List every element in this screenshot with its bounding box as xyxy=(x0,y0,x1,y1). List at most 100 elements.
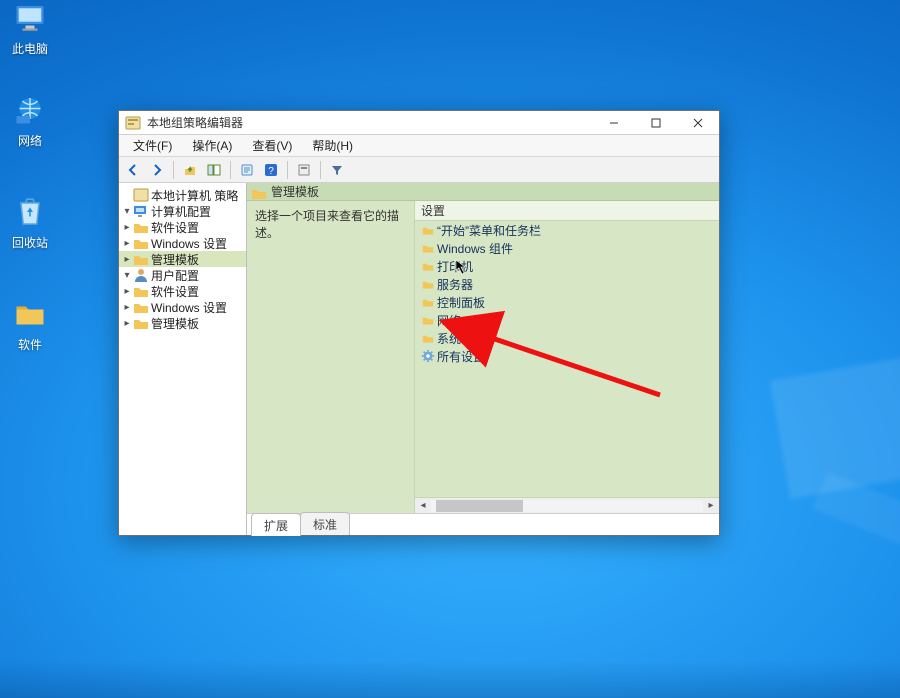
computer-icon xyxy=(10,0,50,36)
list-item-label: 服务器 xyxy=(437,276,719,293)
chevron-right-icon: ▸ xyxy=(121,238,133,249)
list-item-printers[interactable]: 打印机 xyxy=(415,257,719,275)
tree-label: 本地计算机 策略 xyxy=(151,187,246,204)
tree-node-root[interactable]: 本地计算机 策略 xyxy=(119,187,246,203)
menu-help[interactable]: 帮助(H) xyxy=(302,135,363,156)
desktop-icon-network[interactable]: 网络 xyxy=(0,92,60,149)
toolbar: ? xyxy=(119,157,719,183)
menu-file[interactable]: 文件(F) xyxy=(123,135,182,156)
titlebar[interactable]: 本地组策略编辑器 xyxy=(119,111,719,135)
tree-node-computer-config[interactable]: ▾ 计算机配置 xyxy=(119,203,246,219)
list-item-control-panel[interactable]: 控制面板 xyxy=(415,293,719,311)
gpedit-window: 本地组策略编辑器 文件(F) 操作(A) 查看(V) 帮助(H) xyxy=(118,110,720,536)
maximize-button[interactable] xyxy=(635,111,677,135)
minimize-button[interactable] xyxy=(593,111,635,135)
list-item-label: 所有设置 xyxy=(437,348,719,365)
wallpaper-vignette xyxy=(0,660,900,698)
list-item-start-menu[interactable]: “开始”菜单和任务栏 xyxy=(415,221,719,239)
tree-node-software-settings[interactable]: ▸ 软件设置 xyxy=(119,219,246,235)
chevron-right-icon: ▸ xyxy=(121,254,133,265)
help-button[interactable]: ? xyxy=(261,160,281,180)
tree-node-windows-settings[interactable]: ▸ Windows 设置 xyxy=(119,235,246,251)
details-pane: 管理模板 选择一个项目来查看它的描述。 设置 “开始”菜单和任务栏 xyxy=(247,183,719,535)
list-item-all-settings[interactable]: 所有设置 xyxy=(415,347,719,365)
column-setting[interactable]: 设置 xyxy=(421,202,719,219)
tree-node-user-config[interactable]: ▾ 用户配置 xyxy=(119,267,246,283)
view-tabs: 扩展 标准 xyxy=(247,513,719,535)
tab-standard[interactable]: 标准 xyxy=(300,512,350,535)
list-item-windows-components[interactable]: Windows 组件 xyxy=(415,239,719,257)
globe-icon xyxy=(10,92,50,128)
folder-icon xyxy=(419,224,437,236)
desktop-icon-label: 软件 xyxy=(0,336,60,353)
chevron-right-icon: ▸ xyxy=(121,286,133,297)
up-one-level-button[interactable] xyxy=(180,160,200,180)
scroll-track[interactable] xyxy=(431,500,703,512)
folder-icon xyxy=(133,300,149,314)
tree-label: 软件设置 xyxy=(151,219,246,236)
chevron-down-icon: ▾ xyxy=(121,206,133,217)
list-item-label: 控制面板 xyxy=(437,294,719,311)
desktop-icon-label: 此电脑 xyxy=(0,40,60,57)
desktop-icon-this-pc[interactable]: 此电脑 xyxy=(0,0,60,57)
list-item-label: “开始”菜单和任务栏 xyxy=(437,222,719,239)
list-item-server[interactable]: 服务器 xyxy=(415,275,719,293)
list-item-network[interactable]: 网络 xyxy=(415,311,719,329)
chevron-right-icon: ▸ xyxy=(121,222,133,233)
forward-button[interactable] xyxy=(147,160,167,180)
chevron-right-icon: ▸ xyxy=(121,318,133,329)
pane-header: 管理模板 xyxy=(247,183,719,201)
pane-body: 选择一个项目来查看它的描述。 设置 “开始”菜单和任务栏 xyxy=(247,201,719,513)
computer-small-icon xyxy=(133,204,149,218)
menu-view[interactable]: 查看(V) xyxy=(242,135,302,156)
desktop-icon-software-folder[interactable]: 软件 xyxy=(0,296,60,353)
list-header[interactable]: 设置 xyxy=(415,201,719,221)
description-column: 选择一个项目来查看它的描述。 xyxy=(247,201,415,513)
chevron-right-icon: ▸ xyxy=(121,302,133,313)
scroll-thumb[interactable] xyxy=(436,500,523,512)
desktop-icon-recycle-bin[interactable]: 回收站 xyxy=(0,194,60,251)
tree-node-admin-templates[interactable]: ▸ 管理模板 xyxy=(119,251,246,267)
gear-icon xyxy=(419,349,437,363)
toolbar-separator xyxy=(287,161,288,179)
folder-icon xyxy=(133,284,149,298)
tree-label: 管理模板 xyxy=(151,251,246,268)
list-body: “开始”菜单和任务栏 Windows 组件 打印机 xyxy=(415,221,719,497)
list-item-label: 系统 xyxy=(437,330,719,347)
pane-title: 管理模板 xyxy=(271,183,319,200)
desktop: 此电脑 网络 回收站 软件 本地组策略编辑器 xyxy=(0,0,900,698)
folder-icon xyxy=(419,296,437,308)
scroll-left-button[interactable]: ◂ xyxy=(415,498,431,514)
tree-node-user-admin-templates[interactable]: ▸ 管理模板 xyxy=(119,315,246,331)
desktop-icon-label: 网络 xyxy=(0,132,60,149)
navigation-tree[interactable]: 本地计算机 策略 ▾ 计算机配置 ▸ 软件设置 ▸ W xyxy=(119,183,247,535)
back-button[interactable] xyxy=(123,160,143,180)
folder-icon xyxy=(251,185,267,199)
tree-node-user-software-settings[interactable]: ▸ 软件设置 xyxy=(119,283,246,299)
folder-icon xyxy=(419,242,437,254)
list-item-label: 打印机 xyxy=(437,258,719,275)
properties-button[interactable] xyxy=(294,160,314,180)
horizontal-scrollbar[interactable]: ◂ ▸ xyxy=(415,497,719,513)
tab-extended[interactable]: 扩展 xyxy=(251,513,301,536)
tree-label: Windows 设置 xyxy=(151,235,246,252)
window-body: 本地计算机 策略 ▾ 计算机配置 ▸ 软件设置 ▸ W xyxy=(119,183,719,535)
tree-node-user-windows-settings[interactable]: ▸ Windows 设置 xyxy=(119,299,246,315)
folder-icon xyxy=(133,252,149,266)
scroll-right-button[interactable]: ▸ xyxy=(703,498,719,514)
show-hide-tree-button[interactable] xyxy=(204,160,224,180)
wallpaper-streak xyxy=(813,471,900,576)
description-prompt: 选择一个项目来查看它的描述。 xyxy=(255,209,399,240)
folder-icon xyxy=(419,332,437,344)
list-item-system[interactable]: 系统 xyxy=(415,329,719,347)
desktop-icon-label: 回收站 xyxy=(0,234,60,251)
filter-button[interactable] xyxy=(327,160,347,180)
tree-label: 用户配置 xyxy=(151,267,246,284)
menu-action[interactable]: 操作(A) xyxy=(182,135,242,156)
folder-icon xyxy=(419,314,437,326)
refresh-button[interactable] xyxy=(237,160,257,180)
settings-list: 设置 “开始”菜单和任务栏 Windows 组件 xyxy=(415,201,719,513)
folder-icon xyxy=(419,260,437,272)
close-button[interactable] xyxy=(677,111,719,135)
policy-icon xyxy=(133,188,149,202)
